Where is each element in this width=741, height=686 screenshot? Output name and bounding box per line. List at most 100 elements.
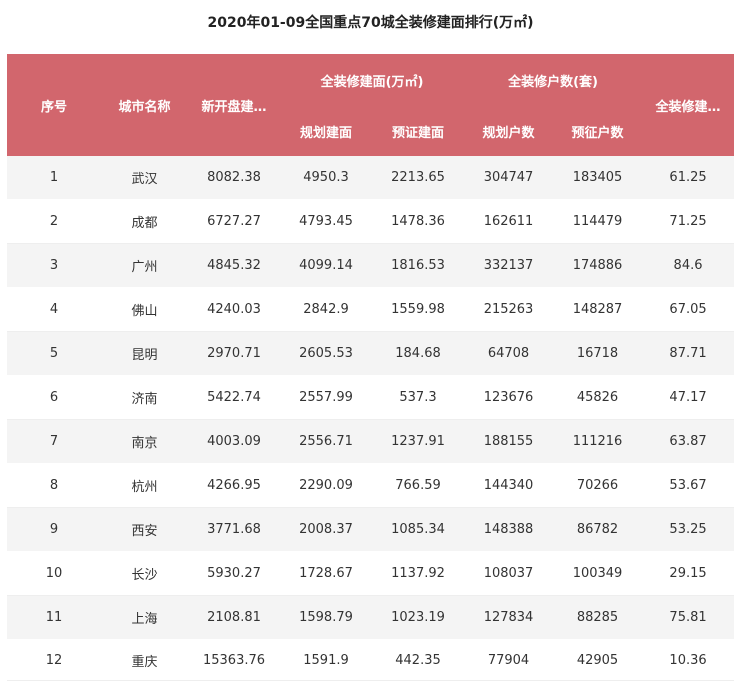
cell-planned-area: 4793.45	[280, 199, 372, 244]
cell-rank: 4	[7, 287, 101, 332]
table-header: 序号 城市名称 新开盘建… 全装修建面(万㎡) 全装修户数(套) 全装修建… 规…	[7, 54, 735, 156]
cell-presale-area: 766.59	[372, 463, 465, 508]
cell-planned-units: 108037	[464, 551, 554, 596]
cell-planned-area: 2008.37	[280, 507, 372, 552]
cell-city: 杭州	[101, 463, 188, 508]
header-planned-units[interactable]: 规划户数	[464, 106, 554, 156]
cell-presale-area: 1478.36	[372, 199, 465, 244]
cell-ratio: 29.15	[642, 551, 735, 596]
cell-planned-area: 1591.9	[280, 639, 372, 681]
cell-presale-units: 86782	[553, 507, 643, 552]
cell-presale-area: 2213.65	[372, 156, 465, 200]
cell-planned-area: 1598.79	[280, 595, 372, 640]
cell-planned-area: 2556.71	[280, 419, 372, 464]
cell-new-open-area: 5930.27	[188, 551, 280, 596]
cell-planned-units: 304747	[464, 156, 554, 200]
cell-presale-units: 16718	[553, 331, 643, 376]
cell-presale-units: 42905	[553, 639, 643, 681]
cell-ratio: 63.87	[642, 419, 735, 464]
header-city[interactable]: 城市名称	[101, 54, 188, 156]
cell-presale-units: 148287	[553, 287, 643, 332]
cell-planned-area: 4099.14	[280, 243, 372, 288]
cell-ratio: 84.6	[642, 243, 735, 288]
cell-rank: 5	[7, 331, 101, 376]
cell-new-open-area: 2970.71	[188, 331, 280, 376]
cell-ratio: 10.36	[642, 639, 735, 681]
table-row: 3 广州 4845.32 4099.14 1816.53 332137 174886 84.6	[7, 243, 735, 288]
cell-rank: 1	[7, 156, 101, 200]
table-row: 2 成都 6727.27 4793.45 1478.36 162611 114479 71.2…	[7, 199, 735, 244]
cell-presale-units: 45826	[553, 375, 643, 420]
cell-city: 成都	[101, 199, 188, 244]
cell-rank: 7	[7, 419, 101, 464]
cell-ratio: 75.81	[642, 595, 735, 640]
header-area-group: 全装修建面(万㎡)	[280, 54, 465, 106]
header-presale-units[interactable]: 预征户数	[553, 106, 643, 156]
cell-presale-units: 183405	[553, 156, 643, 200]
cell-presale-area: 537.3	[372, 375, 465, 420]
cell-rank: 9	[7, 507, 101, 552]
cell-city: 武汉	[101, 156, 188, 200]
cell-new-open-area: 5422.74	[188, 375, 280, 420]
cell-presale-area: 442.35	[372, 639, 465, 681]
cell-presale-units: 88285	[553, 595, 643, 640]
header-ratio[interactable]: 全装修建…	[642, 54, 735, 156]
cell-new-open-area: 4266.95	[188, 463, 280, 508]
cell-planned-units: 64708	[464, 331, 554, 376]
cell-planned-units: 188155	[464, 419, 554, 464]
cell-city: 西安	[101, 507, 188, 552]
cell-planned-area: 2842.9	[280, 287, 372, 332]
cell-planned-units: 123676	[464, 375, 554, 420]
cell-planned-area: 2605.53	[280, 331, 372, 376]
cell-presale-area: 184.68	[372, 331, 465, 376]
cell-planned-area: 2557.99	[280, 375, 372, 420]
cell-city: 广州	[101, 243, 188, 288]
table-row: 9 西安 3771.68 2008.37 1085.34 148388 86782 53.25	[7, 507, 735, 552]
cell-presale-area: 1816.53	[372, 243, 465, 288]
cell-ratio: 53.67	[642, 463, 735, 508]
cell-new-open-area: 4003.09	[188, 419, 280, 464]
table-row: 12 重庆 15363.76 1591.9 442.35 77904 42905 10.36	[7, 639, 735, 681]
table-row: 6 济南 5422.74 2557.99 537.3 123676 45826 47.17	[7, 375, 735, 420]
cell-planned-units: 144340	[464, 463, 554, 508]
cell-new-open-area: 8082.38	[188, 156, 280, 200]
cell-planned-units: 127834	[464, 595, 554, 640]
table-row: 1 武汉 8082.38 4950.3 2213.65 304747 183405 61.25	[7, 156, 735, 200]
cell-rank: 6	[7, 375, 101, 420]
cell-city: 南京	[101, 419, 188, 464]
cell-presale-area: 1137.92	[372, 551, 465, 596]
cell-ratio: 87.71	[642, 331, 735, 376]
cell-ratio: 67.05	[642, 287, 735, 332]
header-planned-area[interactable]: 规划建面	[280, 106, 372, 156]
cell-presale-units: 111216	[553, 419, 643, 464]
page-title: 2020年01-09全国重点70城全装修建面排行(万㎡)	[207, 15, 534, 31]
cell-presale-units: 70266	[553, 463, 643, 508]
header-rank[interactable]: 序号	[7, 54, 101, 156]
ranking-table: 序号 城市名称 新开盘建… 全装修建面(万㎡) 全装修户数(套) 全装修建… 规…	[7, 54, 735, 681]
cell-new-open-area: 6727.27	[188, 199, 280, 244]
table-row: 4 佛山 4240.03 2842.9 1559.98 215263 148287 67.05	[7, 287, 735, 332]
cell-rank: 11	[7, 595, 101, 640]
header-presale-area[interactable]: 预证建面	[372, 106, 465, 156]
cell-ratio: 61.25	[642, 156, 735, 200]
cell-planned-area: 2290.09	[280, 463, 372, 508]
cell-planned-units: 215263	[464, 287, 554, 332]
header-new-open-area[interactable]: 新开盘建…	[188, 54, 280, 156]
cell-city: 重庆	[101, 639, 188, 681]
table-row: 5 昆明 2970.71 2605.53 184.68 64708 16718 87.71	[7, 331, 735, 376]
cell-city: 昆明	[101, 331, 188, 376]
cell-rank: 2	[7, 199, 101, 244]
cell-planned-area: 1728.67	[280, 551, 372, 596]
header-units-group: 全装修户数(套)	[464, 54, 643, 106]
cell-city: 长沙	[101, 551, 188, 596]
table-row: 7 南京 4003.09 2556.71 1237.91 188155 111216 63.8…	[7, 419, 735, 464]
table-body: 1 武汉 8082.38 4950.3 2213.65 304747 183405 61.25…	[7, 156, 735, 681]
cell-presale-area: 1085.34	[372, 507, 465, 552]
cell-new-open-area: 4845.32	[188, 243, 280, 288]
cell-rank: 8	[7, 463, 101, 508]
cell-rank: 12	[7, 639, 101, 681]
cell-presale-area: 1559.98	[372, 287, 465, 332]
cell-new-open-area: 4240.03	[188, 287, 280, 332]
cell-presale-units: 174886	[553, 243, 643, 288]
cell-ratio: 47.17	[642, 375, 735, 420]
